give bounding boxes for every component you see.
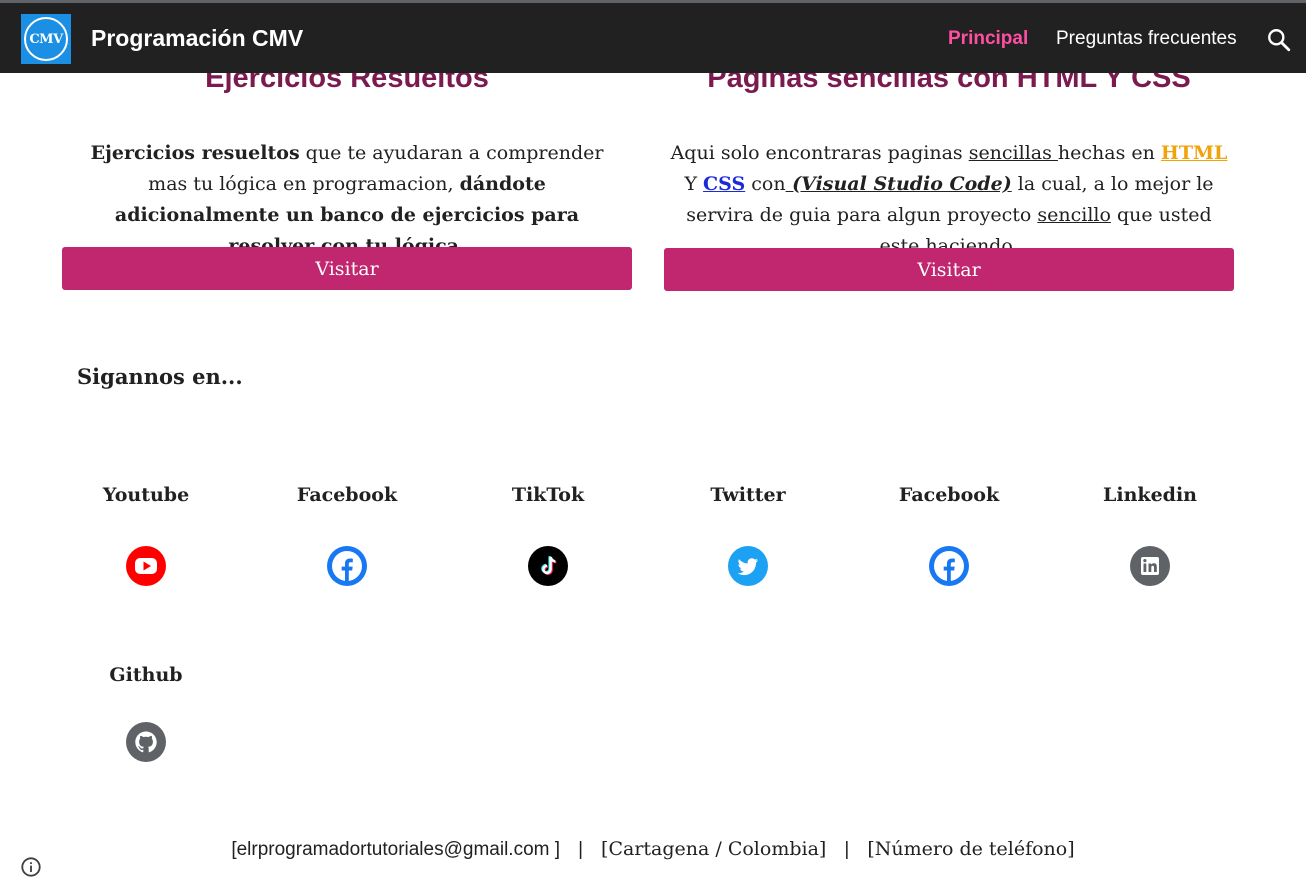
social-label: Youtube [102, 484, 190, 506]
desc-text: hechas en [1057, 142, 1161, 164]
facebook-icon[interactable] [929, 546, 969, 586]
social-twitter: Twitter [648, 484, 848, 586]
underline-sencillas: sencillas [968, 142, 1058, 164]
underline-sencillo: sencillo [1037, 204, 1111, 226]
site-title-overlay[interactable]: Programación CMV [91, 25, 303, 52]
logo-text: CMV [24, 17, 68, 61]
social-label: Github [109, 664, 183, 686]
social-linkedin: Linkedin [1050, 484, 1250, 586]
desc-text: con [745, 173, 786, 195]
header-overlay: CMV Programación CMV Principal Preguntas… [0, 0, 1306, 73]
visual-studio-code-text: (Visual Studio Code) [785, 173, 1012, 195]
footer-email[interactable]: [elrprogramadortutoriales@gmail.com ] [231, 839, 560, 860]
social-label: TikTok [511, 484, 585, 506]
desc-text: Aqui solo encontraras paginas [670, 142, 969, 164]
footer-separator: | [578, 839, 583, 860]
visitar-paginas-button[interactable]: Visitar [664, 248, 1234, 291]
follow-heading: Sigannos en... [77, 364, 243, 389]
linkedin-icon[interactable] [1130, 546, 1170, 586]
social-label: Linkedin [1103, 484, 1197, 506]
social-label: Facebook [898, 484, 1000, 506]
nav-principal-overlay[interactable]: Principal [948, 28, 1028, 50]
social-label: Twitter [710, 484, 786, 506]
footer-location: [Cartagena / Colombia] [601, 838, 827, 860]
html-link[interactable]: HTML [1161, 142, 1227, 164]
social-youtube: Youtube [46, 484, 246, 586]
css-link[interactable]: CSS [703, 173, 745, 195]
twitter-icon[interactable] [728, 546, 768, 586]
desc-text: Y [684, 173, 704, 195]
social-github: Github [46, 664, 246, 762]
site-logo-overlay[interactable]: CMV [21, 14, 71, 64]
social-label: Facebook [296, 484, 398, 506]
youtube-icon[interactable] [126, 546, 166, 586]
site-footer: [elrprogramadortutoriales@gmail.com ] | … [0, 838, 1306, 861]
tiktok-icon[interactable] [528, 546, 568, 586]
info-icon[interactable] [20, 856, 42, 878]
nav-faq-overlay[interactable]: Preguntas frecuentes [1056, 28, 1237, 50]
github-icon[interactable] [126, 722, 166, 762]
search-icon[interactable] [1266, 27, 1292, 53]
footer-phone: [Número de teléfono] [867, 838, 1075, 860]
social-facebook: Facebook [247, 484, 447, 586]
social-facebook-2: Facebook [849, 484, 1049, 586]
footer-separator: | [844, 839, 850, 860]
card-description-ejercicios: Ejercicios resueltos que te ayudaran a c… [62, 138, 632, 262]
social-tiktok: TikTok [448, 484, 648, 586]
card-description-paginas: Aqui solo encontraras paginas sencillas … [664, 138, 1234, 262]
desc-bold-ejercicios: Ejercicios resueltos [90, 142, 300, 164]
facebook-icon[interactable] [327, 546, 367, 586]
visitar-ejercicios-button[interactable]: Visitar [62, 247, 632, 290]
